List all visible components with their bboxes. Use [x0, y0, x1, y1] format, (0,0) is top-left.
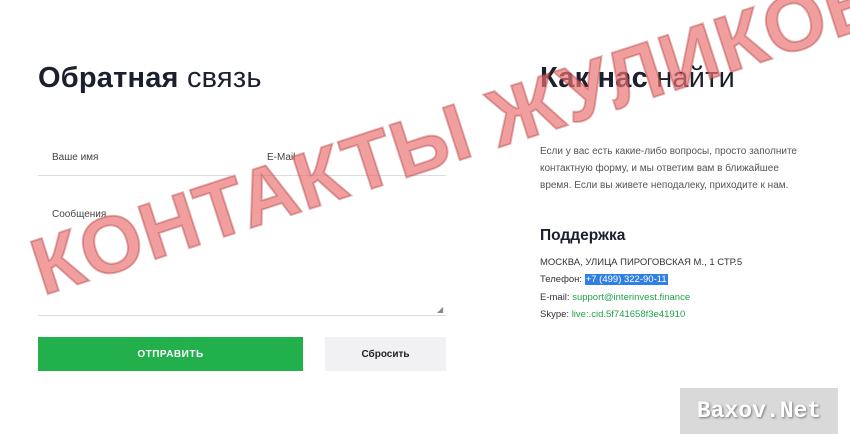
support-phone-row: Телефон: +7 (499) 322-90-11 [540, 274, 668, 285]
email-input[interactable]: E-Mail [267, 152, 295, 163]
skype-link[interactable]: live:.cid.5f741658f3e41910 [572, 309, 686, 320]
phone-label: Телефон: [540, 274, 583, 285]
name-input[interactable]: Ваше имя [52, 152, 98, 163]
feedback-title-bold: Обратная [38, 62, 179, 94]
find-us-description: Если у вас есть какие-либо вопросы, прос… [540, 146, 797, 191]
email-link[interactable]: support@interinvest.finance [572, 292, 690, 303]
support-address: МОСКВА, УЛИЦА ПИРОГОВСКАЯ М., 1 СТР.5 [540, 257, 743, 268]
send-button[interactable]: ОТПРАВИТЬ [38, 337, 303, 371]
feedback-title: Обратная связь [38, 62, 262, 95]
message-textarea-underline [38, 315, 446, 316]
find-us-title: Как нас найти [540, 62, 735, 95]
phone-link[interactable]: +7 (499) 322-90-11 [584, 274, 668, 285]
skype-label: Skype: [540, 309, 570, 320]
site-watermark: Baxov.Net [680, 388, 838, 434]
support-email-row: E-mail: support@interinvest.finance [540, 292, 690, 303]
feedback-title-rest: связь [178, 62, 262, 94]
find-us-title-bold: Как нас [540, 62, 648, 94]
support-skype-row: Skype: live:.cid.5f741658f3e41910 [540, 309, 685, 320]
email-label: E-mail: [540, 292, 570, 303]
reset-button[interactable]: Сбросить [325, 337, 446, 371]
message-textarea[interactable]: Сообщения [52, 209, 106, 220]
support-heading: Поддержка [540, 227, 626, 244]
find-us-title-rest: найти [647, 62, 736, 94]
email-input-underline [252, 175, 446, 176]
name-input-underline [38, 175, 231, 176]
resize-grip-icon[interactable]: ◢ [437, 305, 446, 314]
